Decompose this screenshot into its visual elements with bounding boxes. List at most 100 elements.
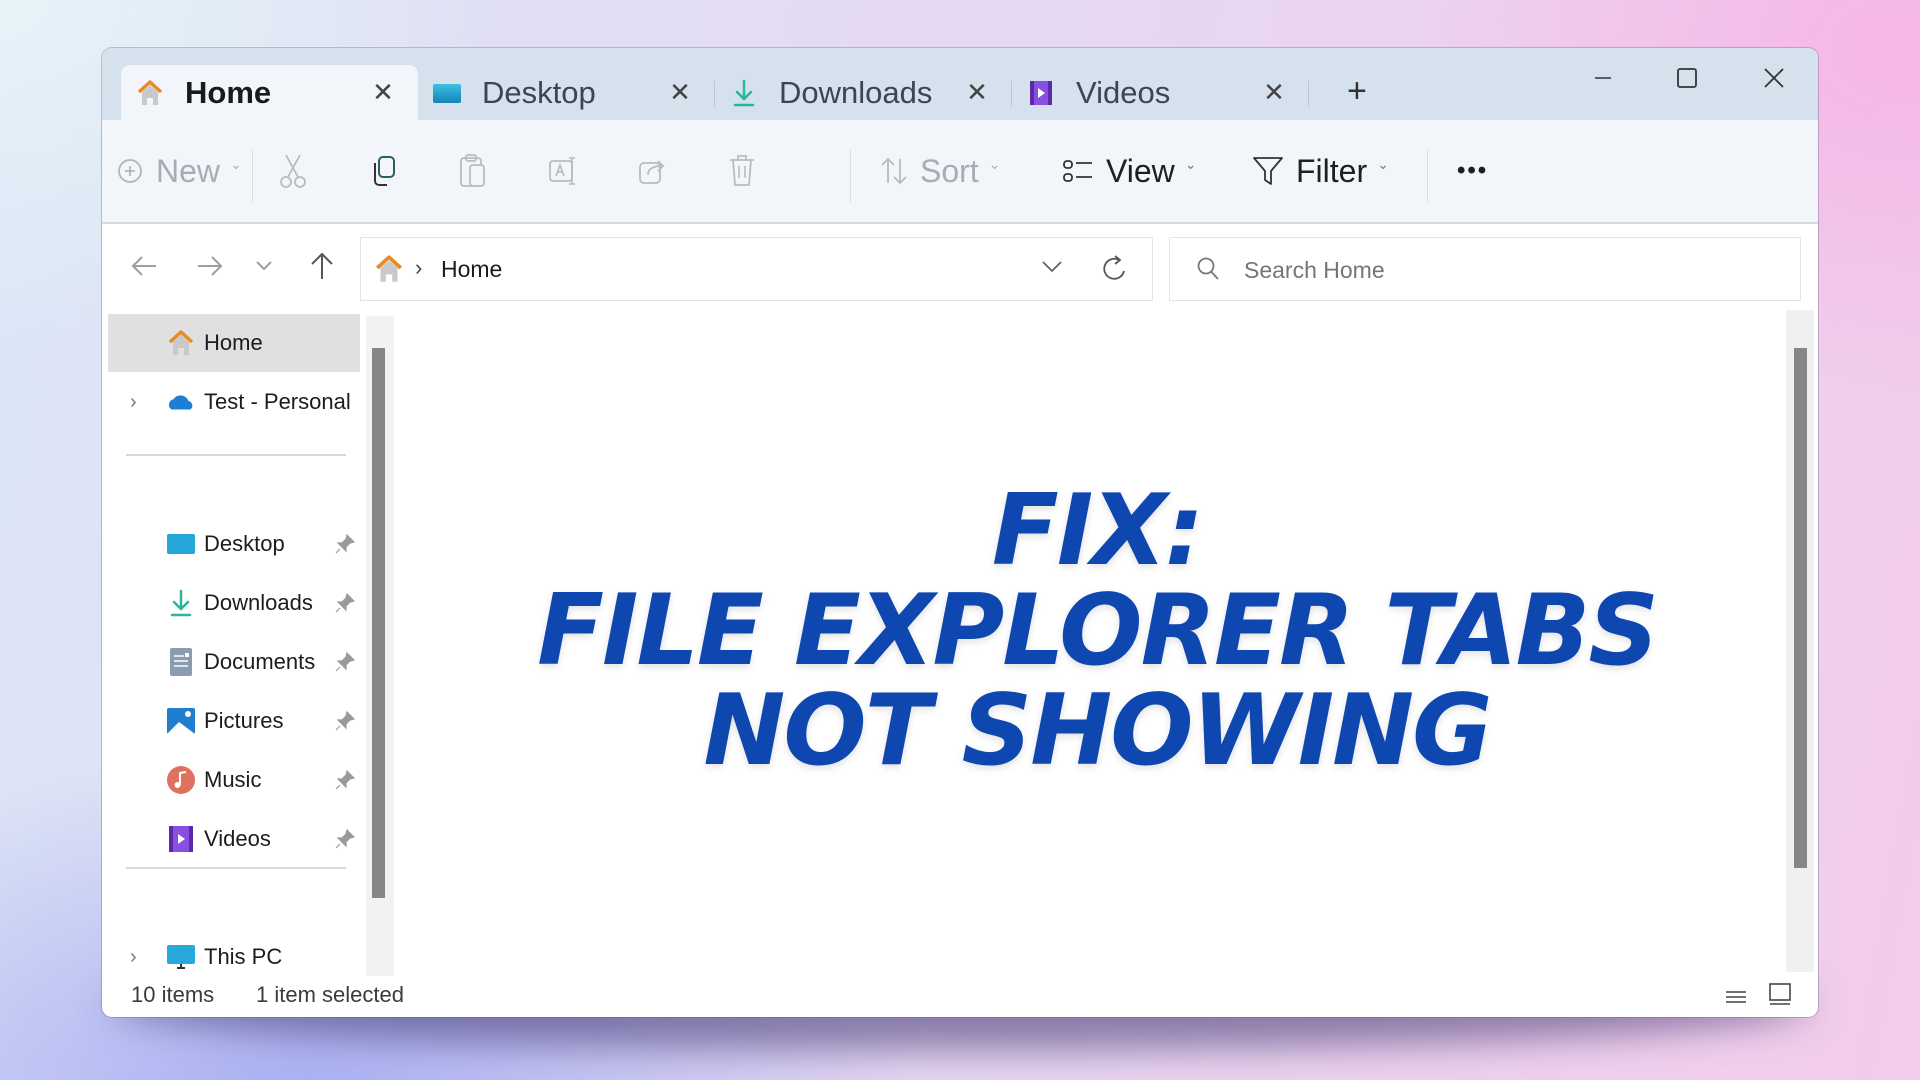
tab-downloads[interactable]: Downloads ✕	[715, 65, 1012, 120]
pin-icon[interactable]	[334, 828, 356, 850]
back-arrow-icon	[131, 256, 156, 276]
minimize-button[interactable]	[1573, 58, 1633, 98]
tab-label: Home	[185, 74, 272, 110]
chevron-right-icon[interactable]: ›	[130, 391, 137, 414]
pin-icon[interactable]	[334, 592, 356, 614]
more-icon: •••	[1457, 157, 1489, 184]
search-icon	[1197, 257, 1219, 280]
chevron-right-icon[interactable]: ›	[130, 946, 137, 969]
maximize-icon	[1677, 68, 1697, 88]
navigation-pane: Home › Test - Personal Desktop Downloads	[108, 314, 360, 976]
sidebar-item-label: Pictures	[204, 708, 284, 733]
close-icon	[1764, 68, 1784, 88]
desktop-folder-icon	[432, 78, 462, 108]
recent-locations-button[interactable]	[244, 246, 284, 286]
sidebar-item-label: Home	[204, 330, 263, 355]
filter-button[interactable]: Filter ⌄	[1252, 144, 1389, 198]
paste-icon	[460, 154, 485, 187]
delete-button[interactable]	[728, 144, 756, 198]
sidebar-item-label: This PC	[204, 944, 283, 969]
close-tab-icon[interactable]: ✕	[1261, 77, 1287, 108]
pin-icon[interactable]	[334, 769, 356, 791]
toolbar-separator	[252, 150, 253, 202]
home-icon	[135, 78, 165, 108]
desktop-folder-icon	[166, 529, 196, 559]
tab-home[interactable]: Home ✕	[121, 65, 418, 120]
chevron-down-icon: ⌄	[230, 155, 242, 172]
address-history-dropdown[interactable]	[1041, 260, 1063, 279]
tab-videos[interactable]: Videos ✕	[1012, 65, 1309, 120]
close-window-button[interactable]	[1744, 58, 1804, 98]
content-scrollbar-thumb[interactable]	[1794, 348, 1807, 868]
details-view-icon[interactable]	[1724, 988, 1748, 1006]
new-tab-button[interactable]: +	[1347, 72, 1367, 111]
toolbar-separator	[850, 150, 851, 202]
pin-icon[interactable]	[334, 651, 356, 673]
home-icon	[166, 328, 196, 358]
navigation-bar: › Home	[102, 224, 1818, 306]
headline-overlay: FIX: FILE EXPLORER TABS NOT SHOWING	[397, 481, 1797, 781]
sort-button[interactable]: Sort ⌄	[880, 144, 1000, 198]
refresh-button[interactable]	[1101, 254, 1129, 289]
maximize-button[interactable]	[1657, 58, 1717, 98]
new-button[interactable]: New ⌄	[116, 144, 242, 198]
breadcrumb-home[interactable]: Home	[441, 256, 502, 283]
sidebar-item-documents[interactable]: Documents	[108, 633, 360, 691]
sort-icon	[881, 157, 907, 185]
sort-label: Sort	[920, 152, 979, 189]
more-options-button[interactable]: •••	[1457, 144, 1488, 198]
command-bar: New ⌄ Sort ⌄ View ⌄ Filter ⌄ •••	[102, 120, 1818, 224]
selection-count: 1 item selected	[256, 982, 404, 1007]
videos-icon	[166, 824, 196, 854]
filter-label: Filter	[1296, 152, 1368, 189]
rename-button[interactable]	[548, 144, 580, 198]
sidebar-item-label: Videos	[204, 826, 271, 851]
sidebar-item-music[interactable]: Music	[108, 751, 360, 809]
tab-label: Downloads	[779, 74, 933, 110]
videos-icon	[1026, 78, 1056, 108]
item-count: 10 items	[131, 982, 215, 1007]
tiles-view-icon[interactable]	[1768, 982, 1792, 1006]
close-tab-icon[interactable]: ✕	[370, 77, 396, 108]
chevron-down-icon: ⌄	[988, 155, 1001, 172]
chevron-down-icon	[256, 261, 272, 271]
refresh-icon	[1103, 255, 1125, 280]
forward-button[interactable]	[190, 246, 230, 286]
sidebar-item-pictures[interactable]: Pictures	[108, 692, 360, 750]
close-tab-icon[interactable]: ✕	[964, 77, 990, 108]
close-tab-icon[interactable]: ✕	[667, 77, 693, 108]
headline-line-3: NOT SHOWING	[703, 674, 1492, 788]
pin-icon[interactable]	[334, 710, 356, 732]
address-bar[interactable]: › Home	[360, 237, 1153, 301]
paste-button[interactable]	[458, 144, 488, 198]
search-box[interactable]	[1169, 237, 1801, 301]
sidebar-item-label: Music	[204, 767, 262, 792]
tab-desktop[interactable]: Desktop ✕	[418, 65, 715, 120]
share-icon	[639, 160, 665, 184]
cut-button[interactable]	[278, 144, 308, 198]
sidebar-item-label: Test - Personal	[204, 389, 351, 414]
tab-label: Videos	[1076, 74, 1171, 110]
sidebar-item-videos[interactable]: Videos	[108, 810, 360, 868]
sidebar-item-desktop[interactable]: Desktop	[108, 515, 360, 573]
filter-icon	[1253, 157, 1283, 185]
minimize-icon	[1595, 77, 1611, 79]
sidebar-item-home[interactable]: Home	[108, 314, 360, 372]
sidebar-item-onedrive[interactable]: › Test - Personal	[108, 373, 360, 431]
search-input[interactable]	[1242, 250, 1766, 290]
up-button[interactable]	[302, 246, 342, 286]
pin-icon[interactable]	[334, 533, 356, 555]
copy-icon	[374, 156, 395, 186]
sidebar-item-downloads[interactable]: Downloads	[108, 574, 360, 632]
copy-button[interactable]	[368, 144, 398, 198]
back-button[interactable]	[124, 246, 164, 286]
sidebar-item-label: Downloads	[204, 590, 313, 615]
tab-separator	[1308, 81, 1309, 107]
headline-line-2: FILE EXPLORER TABS	[537, 574, 1659, 688]
up-arrow-icon	[311, 252, 333, 279]
share-button[interactable]	[638, 144, 668, 198]
view-button[interactable]: View ⌄	[1062, 144, 1197, 198]
sidebar-scrollbar-thumb[interactable]	[372, 348, 385, 898]
status-bar: 10 items 1 item selected	[102, 976, 1818, 1017]
download-icon	[729, 78, 759, 108]
